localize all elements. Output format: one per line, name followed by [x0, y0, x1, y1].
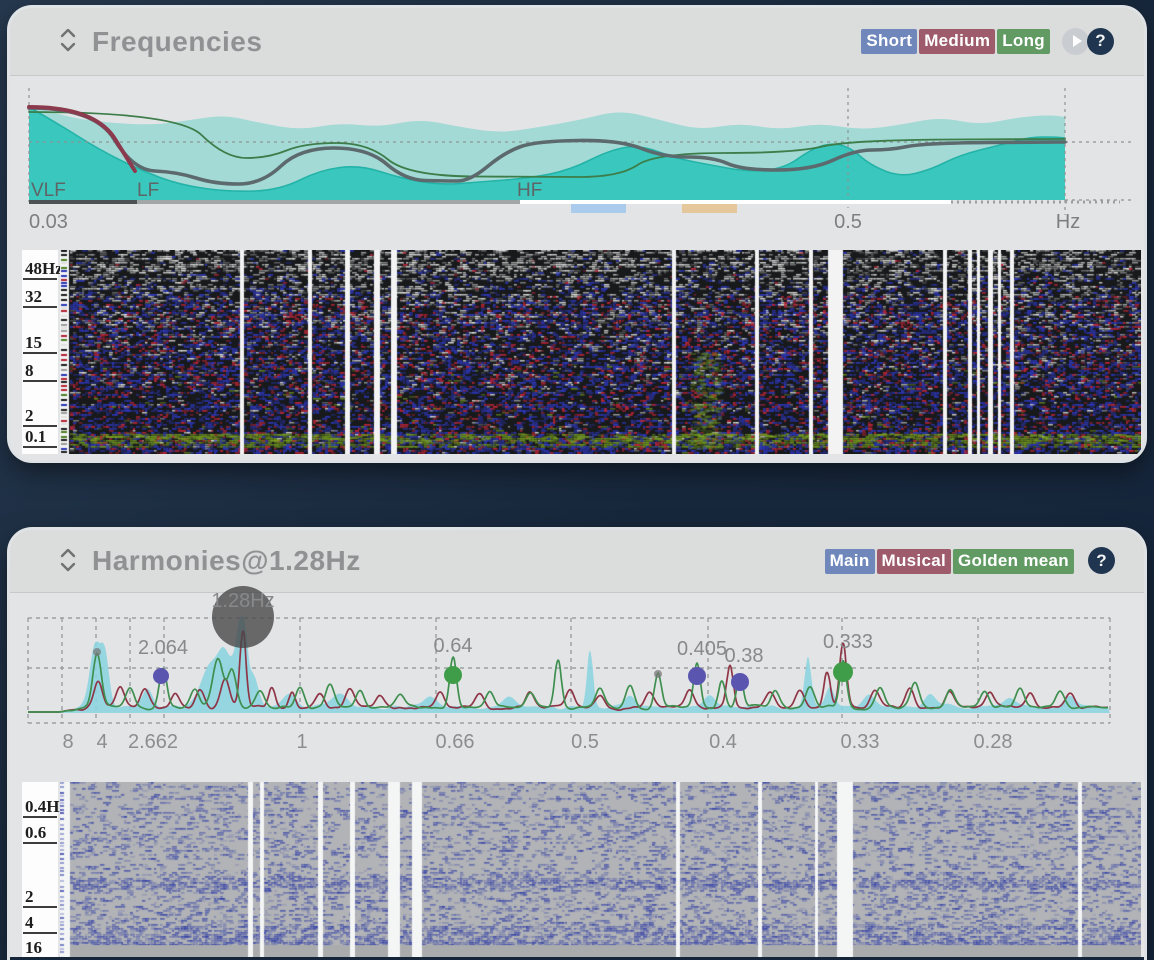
band-label-vlf: VLF [31, 180, 66, 201]
peak-label-0.405: 0.405 [677, 638, 727, 660]
x-tick-label: 2.662 [128, 731, 178, 753]
peak-marker-0.333[interactable] [833, 662, 853, 682]
harmonies-collapse-button[interactable] [60, 546, 76, 577]
legend-badge-long[interactable]: Long [997, 29, 1050, 54]
legend-badge-main[interactable]: Main [825, 549, 875, 574]
peak-marker-0.405[interactable] [688, 667, 706, 685]
x-tick-label: 0.28 [974, 731, 1013, 753]
minor-peak-dot[interactable] [654, 670, 662, 678]
axis-band-segment-2 [520, 200, 951, 204]
up-down-chevrons-icon [60, 26, 76, 57]
x-tick-label: 1 [296, 731, 307, 753]
help-button[interactable]: ? [1087, 28, 1114, 55]
scale-label-4: 4 [23, 914, 57, 934]
frequencies-chart[interactable]: VLF LF HF 0.03 0.5 Hz [10, 75, 1144, 240]
peak-label-1.28Hz: 1.28Hz [211, 590, 274, 612]
frequencies-legend: ShortMediumLong [859, 29, 1050, 54]
up-down-chevrons-icon [60, 546, 76, 577]
harmonies-buttons: ? [1086, 546, 1116, 576]
frequencies-spectrogram-area: 48Hz 32 15 8 20.1 [22, 250, 1141, 454]
help-button[interactable]: ? [1088, 547, 1115, 574]
x-tick-label: 0.66 [436, 731, 475, 753]
peak-marker-2.064[interactable] [153, 668, 169, 684]
legend-badge-short[interactable]: Short [861, 29, 917, 54]
frequencies-frequency-scale: 48Hz 32 15 8 20.1 [22, 250, 58, 454]
axis-band-segment-1 [137, 200, 520, 204]
minor-peak-dot[interactable] [93, 648, 101, 656]
band-label-hf: HF [517, 180, 542, 201]
harmonies-panel: Harmonies@1.28Hz MainMusicalGolden mean … [10, 530, 1144, 960]
x-tick-label: 8 [62, 731, 73, 753]
peak-label-0.38: 0.38 [725, 645, 764, 667]
play-button[interactable] [1062, 28, 1089, 55]
frequencies-title: Frequencies [92, 26, 262, 58]
scale-label-48hz: 48Hz [23, 260, 57, 280]
peak-marker-0.64[interactable] [444, 666, 462, 684]
x-tick-label: 0.5 [571, 731, 599, 753]
peak-label-0.333: 0.333 [823, 631, 873, 653]
scale-label-16: 16 [23, 939, 57, 959]
legend-badge-musical[interactable]: Musical [877, 549, 951, 574]
scale-label-15: 15 [23, 334, 57, 354]
app-background: { "colors":{ "badge_blue":"#6f87bb","bad… [0, 0, 1154, 960]
range-marker-0[interactable] [571, 204, 626, 213]
scale-label-2: 2 [23, 407, 57, 427]
scale-label-0.6: 0.6 [23, 824, 57, 844]
scale-label-8: 8 [23, 362, 57, 382]
legend-badge-golden-mean[interactable]: Golden mean [953, 549, 1074, 574]
scale-label-32: 32 [23, 288, 57, 308]
play-icon [1073, 35, 1082, 47]
band-label-lf: LF [137, 180, 159, 201]
x-tick-label: 0.03 [29, 211, 68, 233]
harmonies-chart[interactable]: 1.28Hz 2.064 0.64 0.4050.38 0.333 8 4 2.662 1 0.6… [10, 580, 1144, 764]
legend-badge-medium[interactable]: Medium [919, 29, 995, 54]
peak-marker-0.38[interactable] [731, 673, 749, 691]
harmonies-legend: MainMusicalGolden mean [823, 549, 1074, 574]
frequencies-spectrogram[interactable] [60, 250, 1141, 454]
harmonies-frequency-scale: 0.4Hz 0.6 2 4 16 [22, 782, 58, 960]
x-tick-label: 4 [96, 731, 107, 753]
x-tick-label: Hz [1056, 211, 1080, 233]
harmonies-header-controls: MainMusicalGolden mean ? [823, 546, 1116, 576]
scale-label-2: 2 [23, 888, 57, 908]
range-marker-1[interactable] [682, 204, 737, 213]
frequencies-header-controls: ShortMediumLong ? [859, 27, 1116, 57]
scale-label-0.4hz: 0.4Hz [23, 798, 57, 818]
musical-series-line [28, 631, 1108, 712]
x-tick-label: 0.33 [841, 731, 880, 753]
harmonies-title: Harmonies@1.28Hz [92, 545, 361, 577]
frequencies-collapse-button[interactable] [60, 26, 76, 57]
peak-label-2.064: 2.064 [138, 637, 188, 659]
harmonies-spectrogram-area: 0.4Hz 0.6 2 4 16 [22, 782, 1141, 960]
peak-label-0.64: 0.64 [434, 635, 473, 657]
harmonies-spectrogram[interactable] [60, 782, 1141, 960]
x-tick-label: 0.4 [709, 731, 737, 753]
frequencies-panel: Frequencies ShortMediumLong ? VLF LF HF 0.0… [10, 8, 1144, 460]
frequencies-header: Frequencies ShortMediumLong ? [10, 8, 1144, 76]
frequencies-buttons: ? [1062, 27, 1116, 57]
x-tick-label: 0.5 [834, 211, 862, 233]
scale-label-0.1: 0.1 [23, 428, 57, 448]
